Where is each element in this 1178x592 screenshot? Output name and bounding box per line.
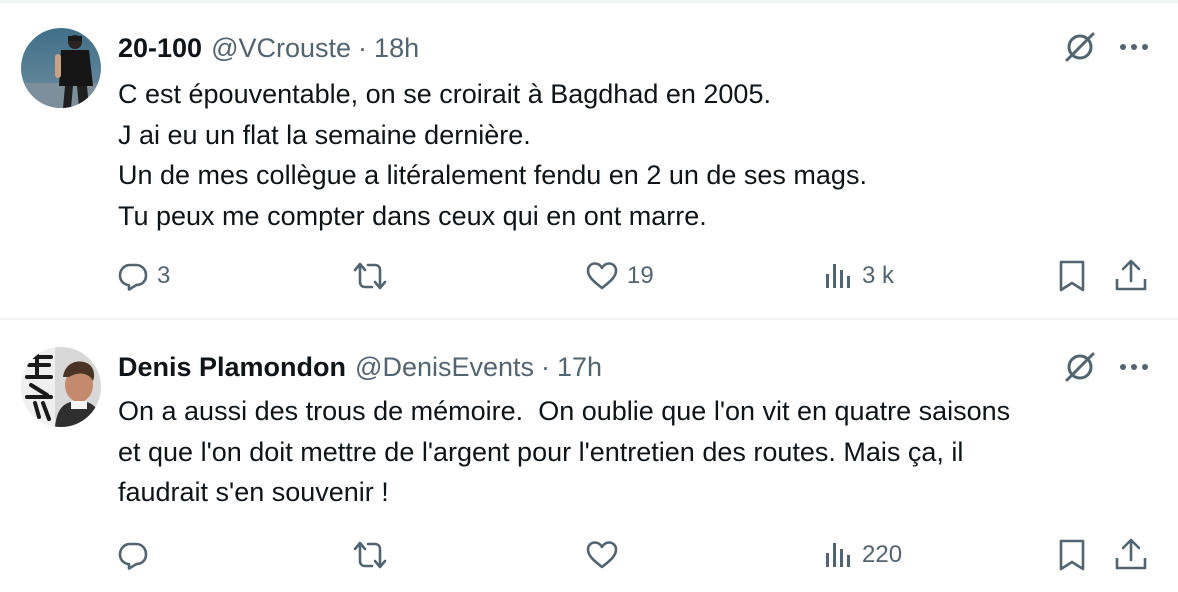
tweet[interactable]: Denis Plamondon @DenisEvents · 17h On a … — [0, 320, 1178, 592]
display-name[interactable]: Denis Plamondon — [118, 352, 346, 383]
tweet-text-line: Un de mes collègue a litéralement fendu … — [118, 160, 867, 190]
user-handle[interactable]: @VCrouste — [211, 33, 351, 64]
tweet[interactable]: 20-100 @VCrouste · 18h C est épouventabl… — [0, 0, 1178, 320]
tweet-text-line: On a aussi des trous de mémoire. On oubl… — [118, 396, 1011, 426]
tweet-text-line: Tu peux me compter dans ceux qui en ont … — [118, 200, 707, 231]
like-button[interactable] — [585, 535, 627, 575]
like-button[interactable]: 19 — [585, 256, 654, 296]
tweet-text-line: faudrait s'en souvenir ! — [118, 477, 389, 507]
reply-icon — [118, 542, 148, 570]
grok-button[interactable] — [1060, 347, 1100, 387]
timestamp[interactable]: 18h — [374, 33, 419, 64]
share-icon — [1115, 259, 1147, 291]
share-button[interactable] — [1113, 535, 1149, 575]
reply-icon — [118, 263, 148, 291]
more-button[interactable] — [1114, 27, 1154, 67]
tweet-header: 20-100 @VCrouste · 18h — [118, 30, 419, 66]
views-icon — [826, 264, 850, 288]
grok-icon — [1065, 32, 1095, 62]
separator-dot: · — [358, 32, 368, 63]
tweet-header: Denis Plamondon @DenisEvents · 17h — [118, 349, 602, 385]
bookmark-button[interactable] — [1055, 535, 1089, 575]
timestamp[interactable]: 17h — [557, 352, 602, 383]
tweet-text-line: J ai eu un flat la semaine dernière. — [118, 119, 531, 150]
bookmark-icon — [1059, 539, 1085, 571]
repost-button[interactable] — [352, 256, 396, 296]
bookmark-icon — [1059, 260, 1085, 292]
grok-button[interactable] — [1060, 27, 1100, 67]
views-count: 3 k — [862, 262, 895, 289]
repost-icon — [353, 541, 387, 569]
avatar[interactable] — [21, 347, 101, 427]
grok-icon — [1065, 352, 1095, 382]
reply-button[interactable] — [117, 535, 157, 575]
tweet-text-line: et que l'on doit mettre de l'argent pour… — [118, 436, 964, 467]
reply-count: 3 — [157, 262, 171, 289]
heart-icon — [586, 541, 618, 569]
more-button[interactable] — [1114, 347, 1154, 387]
heart-icon — [586, 262, 618, 290]
tweet-text: C est épouventable, on se croirait à Bag… — [118, 74, 1138, 236]
avatar[interactable] — [21, 28, 101, 108]
more-icon — [1120, 44, 1148, 50]
like-count: 19 — [627, 262, 654, 289]
tweet-text: On a aussi des trous de mémoire. On oubl… — [118, 391, 1138, 513]
separator-dot: · — [541, 351, 551, 382]
more-icon — [1120, 364, 1148, 370]
views-icon — [826, 543, 850, 567]
tweet-text-line: C est épouventable, on se croirait à Bag… — [118, 79, 771, 109]
reply-button[interactable]: 3 — [117, 256, 170, 296]
share-icon — [1115, 538, 1147, 570]
views-count: 220 — [862, 541, 903, 568]
repost-button[interactable] — [352, 535, 396, 575]
user-handle[interactable]: @DenisEvents — [355, 352, 534, 383]
repost-icon — [353, 262, 387, 290]
share-button[interactable] — [1113, 256, 1149, 296]
display-name[interactable]: 20-100 — [118, 33, 202, 64]
views-button[interactable]: 220 — [822, 535, 902, 575]
views-button[interactable]: 3 k — [822, 256, 894, 296]
bookmark-button[interactable] — [1055, 256, 1089, 296]
